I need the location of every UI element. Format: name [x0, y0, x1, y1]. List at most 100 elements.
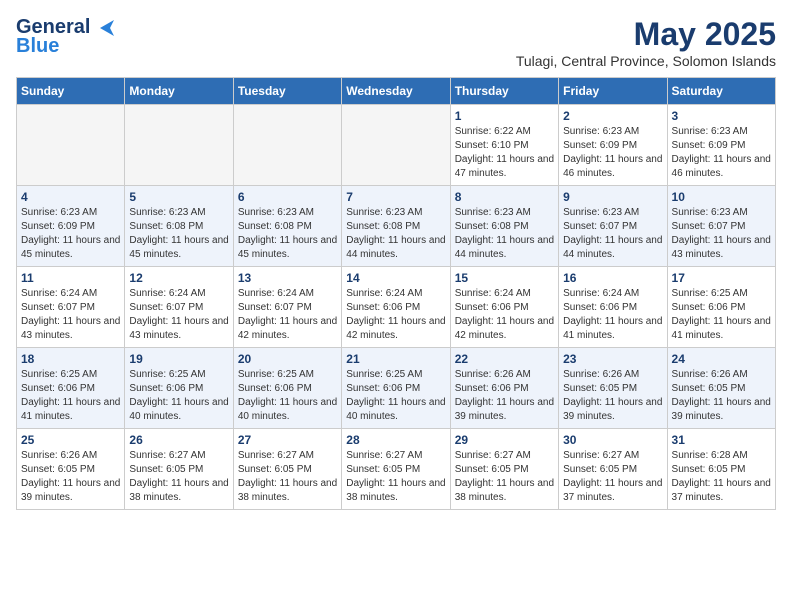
day-number: 31	[672, 433, 771, 447]
day-number: 21	[346, 352, 445, 366]
calendar-body: 1 Sunrise: 6:22 AMSunset: 6:10 PMDaylight…	[17, 105, 776, 510]
calendar-cell: 21 Sunrise: 6:25 AMSunset: 6:06 PMDayligh…	[342, 348, 450, 429]
day-detail: Sunrise: 6:24 AMSunset: 6:06 PMDaylight:…	[346, 287, 445, 343]
calendar-cell: 23 Sunrise: 6:26 AMSunset: 6:05 PMDayligh…	[559, 348, 667, 429]
calendar-cell: 15 Sunrise: 6:24 AMSunset: 6:06 PMDayligh…	[450, 267, 558, 348]
day-number: 3	[672, 109, 771, 123]
day-number: 11	[21, 271, 120, 285]
calendar-cell: 2Sunrise: 6:23 AMSunset: 6:09 PMDaylight…	[559, 105, 667, 186]
logo-blue: Blue	[16, 35, 59, 58]
calendar-cell: 8 Sunrise: 6:23 AMSunset: 6:08 PMDaylight…	[450, 186, 558, 267]
calendar-cell: 30 Sunrise: 6:27 AMSunset: 6:05 PMDayligh…	[559, 429, 667, 510]
day-detail: Sunrise: 6:28 AMSunset: 6:05 PMDaylight:…	[672, 449, 771, 505]
day-detail: Sunrise: 6:24 AMSunset: 6:06 PMDaylight:…	[455, 287, 554, 343]
day-detail: Sunrise: 6:27 AMSunset: 6:05 PMDaylight:…	[563, 449, 662, 505]
day-number: 24	[672, 352, 771, 366]
calendar-cell: 26Sunrise: 6:27 AMSunset: 6:05 PMDayligh…	[125, 429, 233, 510]
calendar-week-row: 18 Sunrise: 6:25 AMSunset: 6:06 PMDayligh…	[17, 348, 776, 429]
day-number: 7	[346, 190, 445, 204]
calendar-cell: 10Sunrise: 6:23 AMSunset: 6:07 PMDayligh…	[667, 186, 775, 267]
column-header-tuesday: Tuesday	[233, 78, 341, 105]
calendar-header-row: SundayMondayTuesdayWednesdayThursdayFrid…	[17, 78, 776, 105]
day-detail: Sunrise: 6:26 AMSunset: 6:06 PMDaylight:…	[455, 368, 554, 424]
day-detail: Sunrise: 6:25 AMSunset: 6:06 PMDaylight:…	[346, 368, 445, 424]
calendar-cell: 31 Sunrise: 6:28 AMSunset: 6:05 PMDayligh…	[667, 429, 775, 510]
calendar-cell: 17Sunrise: 6:25 AMSunset: 6:06 PMDayligh…	[667, 267, 775, 348]
calendar-cell: 6Sunrise: 6:23 AMSunset: 6:08 PMDaylight…	[233, 186, 341, 267]
day-detail: Sunrise: 6:26 AMSunset: 6:05 PMDaylight:…	[21, 449, 120, 505]
calendar-cell: 3Sunrise: 6:23 AMSunset: 6:09 PMDaylight…	[667, 105, 775, 186]
column-header-saturday: Saturday	[667, 78, 775, 105]
day-number: 5	[129, 190, 228, 204]
calendar-week-row: 1 Sunrise: 6:22 AMSunset: 6:10 PMDaylight…	[17, 105, 776, 186]
calendar-cell: 25 Sunrise: 6:26 AMSunset: 6:05 PMDayligh…	[17, 429, 125, 510]
day-number: 26	[129, 433, 228, 447]
day-detail: Sunrise: 6:24 AMSunset: 6:07 PMDaylight:…	[21, 287, 120, 343]
day-number: 30	[563, 433, 662, 447]
logo-bird-icon	[92, 20, 114, 36]
day-number: 29	[455, 433, 554, 447]
month-year-title: May 2025	[516, 16, 776, 53]
calendar-cell: 13 Sunrise: 6:24 AMSunset: 6:07 PMDayligh…	[233, 267, 341, 348]
day-detail: Sunrise: 6:24 AMSunset: 6:06 PMDaylight:…	[563, 287, 662, 343]
calendar-cell	[342, 105, 450, 186]
day-detail: Sunrise: 6:27 AMSunset: 6:05 PMDaylight:…	[238, 449, 337, 505]
day-detail: Sunrise: 6:26 AMSunset: 6:05 PMDaylight:…	[563, 368, 662, 424]
day-number: 18	[21, 352, 120, 366]
day-number: 28	[346, 433, 445, 447]
day-detail: Sunrise: 6:22 AMSunset: 6:10 PMDaylight:…	[455, 125, 554, 181]
day-number: 23	[563, 352, 662, 366]
day-number: 1	[455, 109, 554, 123]
day-number: 13	[238, 271, 337, 285]
page-header: General Blue May 2025 Tulagi, Central Pr…	[16, 16, 776, 69]
column-header-sunday: Sunday	[17, 78, 125, 105]
calendar-cell: 9 Sunrise: 6:23 AMSunset: 6:07 PMDaylight…	[559, 186, 667, 267]
calendar-cell: 28 Sunrise: 6:27 AMSunset: 6:05 PMDayligh…	[342, 429, 450, 510]
day-detail: Sunrise: 6:23 AMSunset: 6:07 PMDaylight:…	[672, 206, 771, 262]
day-number: 22	[455, 352, 554, 366]
day-number: 8	[455, 190, 554, 204]
day-detail: Sunrise: 6:23 AMSunset: 6:07 PMDaylight:…	[563, 206, 662, 262]
day-number: 14	[346, 271, 445, 285]
column-header-wednesday: Wednesday	[342, 78, 450, 105]
calendar-week-row: 25 Sunrise: 6:26 AMSunset: 6:05 PMDayligh…	[17, 429, 776, 510]
day-detail: Sunrise: 6:25 AMSunset: 6:06 PMDaylight:…	[129, 368, 228, 424]
day-number: 25	[21, 433, 120, 447]
day-detail: Sunrise: 6:23 AMSunset: 6:08 PMDaylight:…	[129, 206, 228, 262]
calendar-cell: 12Sunrise: 6:24 AMSunset: 6:07 PMDayligh…	[125, 267, 233, 348]
day-detail: Sunrise: 6:27 AMSunset: 6:05 PMDaylight:…	[346, 449, 445, 505]
day-detail: Sunrise: 6:24 AMSunset: 6:07 PMDaylight:…	[129, 287, 228, 343]
day-detail: Sunrise: 6:23 AMSunset: 6:09 PMDaylight:…	[21, 206, 120, 262]
calendar-cell: 14 Sunrise: 6:24 AMSunset: 6:06 PMDayligh…	[342, 267, 450, 348]
calendar-cell	[17, 105, 125, 186]
calendar-table: SundayMondayTuesdayWednesdayThursdayFrid…	[16, 77, 776, 510]
day-detail: Sunrise: 6:24 AMSunset: 6:07 PMDaylight:…	[238, 287, 337, 343]
day-detail: Sunrise: 6:25 AMSunset: 6:06 PMDaylight:…	[672, 287, 771, 343]
column-header-monday: Monday	[125, 78, 233, 105]
calendar-cell: 20Sunrise: 6:25 AMSunset: 6:06 PMDayligh…	[233, 348, 341, 429]
day-number: 19	[129, 352, 228, 366]
day-detail: Sunrise: 6:25 AMSunset: 6:06 PMDaylight:…	[238, 368, 337, 424]
calendar-cell: 24Sunrise: 6:26 AMSunset: 6:05 PMDayligh…	[667, 348, 775, 429]
calendar-cell: 27Sunrise: 6:27 AMSunset: 6:05 PMDayligh…	[233, 429, 341, 510]
day-number: 6	[238, 190, 337, 204]
calendar-cell	[125, 105, 233, 186]
day-detail: Sunrise: 6:27 AMSunset: 6:05 PMDaylight:…	[455, 449, 554, 505]
calendar-cell: 19 Sunrise: 6:25 AMSunset: 6:06 PMDayligh…	[125, 348, 233, 429]
column-header-friday: Friday	[559, 78, 667, 105]
calendar-cell: 1 Sunrise: 6:22 AMSunset: 6:10 PMDaylight…	[450, 105, 558, 186]
calendar-cell: 11 Sunrise: 6:24 AMSunset: 6:07 PMDayligh…	[17, 267, 125, 348]
calendar-week-row: 11 Sunrise: 6:24 AMSunset: 6:07 PMDayligh…	[17, 267, 776, 348]
calendar-cell: 5 Sunrise: 6:23 AMSunset: 6:08 PMDaylight…	[125, 186, 233, 267]
day-detail: Sunrise: 6:23 AMSunset: 6:09 PMDaylight:…	[563, 125, 662, 181]
location-subtitle: Tulagi, Central Province, Solomon Island…	[516, 53, 776, 69]
calendar-cell: 18 Sunrise: 6:25 AMSunset: 6:06 PMDayligh…	[17, 348, 125, 429]
day-number: 9	[563, 190, 662, 204]
calendar-cell: 7Sunrise: 6:23 AMSunset: 6:08 PMDaylight…	[342, 186, 450, 267]
day-detail: Sunrise: 6:25 AMSunset: 6:06 PMDaylight:…	[21, 368, 120, 424]
calendar-cell	[233, 105, 341, 186]
calendar-cell: 29 Sunrise: 6:27 AMSunset: 6:05 PMDayligh…	[450, 429, 558, 510]
title-area: May 2025 Tulagi, Central Province, Solom…	[516, 16, 776, 69]
day-number: 15	[455, 271, 554, 285]
day-detail: Sunrise: 6:23 AMSunset: 6:08 PMDaylight:…	[455, 206, 554, 262]
